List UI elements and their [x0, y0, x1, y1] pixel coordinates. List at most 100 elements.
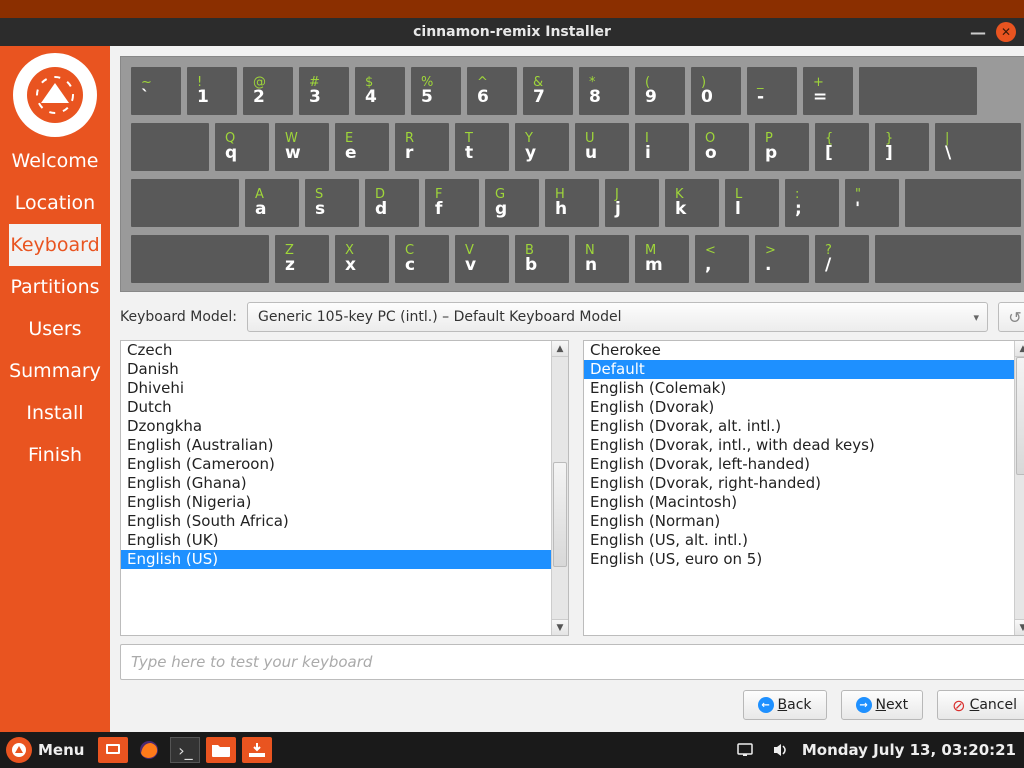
- cancel-button[interactable]: ⊘ Cancel: [937, 690, 1024, 720]
- sidebar-item-finish[interactable]: Finish: [9, 434, 101, 476]
- show-desktop-icon[interactable]: [98, 737, 128, 763]
- keyboard-test-input[interactable]: Type here to test your keyboard: [120, 644, 1024, 680]
- sidebar-item-keyboard[interactable]: Keyboard: [9, 224, 101, 266]
- key-3[interactable]: #3: [299, 67, 349, 115]
- key-'[interactable]: "': [845, 179, 899, 227]
- scroll-thumb[interactable]: [1016, 357, 1024, 475]
- key-n[interactable]: Nn: [575, 235, 629, 283]
- key-.[interactable]: >.: [755, 235, 809, 283]
- key-v[interactable]: Vv: [455, 235, 509, 283]
- network-icon[interactable]: [730, 737, 760, 763]
- key-4[interactable]: $4: [355, 67, 405, 115]
- list-item[interactable]: Default: [584, 360, 1014, 379]
- key-7[interactable]: &7: [523, 67, 573, 115]
- key-][interactable]: }]: [875, 123, 929, 171]
- key-/[interactable]: ?/: [815, 235, 869, 283]
- list-item[interactable]: English (Australian): [121, 436, 551, 455]
- list-item[interactable]: English (Dvorak): [584, 398, 1014, 417]
- list-item[interactable]: English (Nigeria): [121, 493, 551, 512]
- key-s[interactable]: Ss: [305, 179, 359, 227]
- scroll-down-icon[interactable]: ▼: [1015, 619, 1024, 635]
- firefox-icon[interactable]: [134, 737, 164, 763]
- sidebar-item-install[interactable]: Install: [9, 392, 101, 434]
- key-x[interactable]: Xx: [335, 235, 389, 283]
- key-u[interactable]: Uu: [575, 123, 629, 171]
- sidebar-item-users[interactable]: Users: [9, 308, 101, 350]
- list-item[interactable]: English (Colemak): [584, 379, 1014, 398]
- list-item[interactable]: English (Cameroon): [121, 455, 551, 474]
- key-h[interactable]: Hh: [545, 179, 599, 227]
- key-o[interactable]: Oo: [695, 123, 749, 171]
- sidebar-item-partitions[interactable]: Partitions: [9, 266, 101, 308]
- scroll-thumb[interactable]: [553, 462, 567, 567]
- list-item[interactable]: Czech: [121, 341, 551, 360]
- terminal-icon[interactable]: ›_: [170, 737, 200, 763]
- key-g[interactable]: Gg: [485, 179, 539, 227]
- list-item[interactable]: Dzongkha: [121, 417, 551, 436]
- key-w[interactable]: Ww: [275, 123, 329, 171]
- key-6[interactable]: ^6: [467, 67, 517, 115]
- scroll-up-icon[interactable]: ▲: [552, 341, 568, 357]
- list-item[interactable]: English (Dvorak, left-handed): [584, 455, 1014, 474]
- list-item[interactable]: English (US, alt. intl.): [584, 531, 1014, 550]
- key-b[interactable]: Bb: [515, 235, 569, 283]
- key-p[interactable]: Pp: [755, 123, 809, 171]
- key-l[interactable]: Ll: [725, 179, 779, 227]
- variant-scrollbar[interactable]: ▲ ▼: [1014, 341, 1024, 635]
- blank-key[interactable]: [131, 235, 269, 283]
- variant-listbox[interactable]: CherokeeDefaultEnglish (Colemak)English …: [583, 340, 1024, 636]
- installer-launcher-icon[interactable]: [242, 737, 272, 763]
- list-item[interactable]: Dhivehi: [121, 379, 551, 398]
- language-scrollbar[interactable]: ▲ ▼: [551, 341, 568, 635]
- key-i[interactable]: Ii: [635, 123, 689, 171]
- list-item[interactable]: English (South Africa): [121, 512, 551, 531]
- taskbar[interactable]: Menu ›_ Monday July 13, 03:20:21: [0, 732, 1024, 768]
- key-2[interactable]: @2: [243, 67, 293, 115]
- list-item[interactable]: Dutch: [121, 398, 551, 417]
- sidebar-item-location[interactable]: Location: [9, 182, 101, 224]
- keyboard-model-select[interactable]: Generic 105-key PC (intl.) – Default Key…: [247, 302, 988, 332]
- blank-key[interactable]: [859, 67, 977, 115]
- key-m[interactable]: Mm: [635, 235, 689, 283]
- window-titlebar[interactable]: cinnamon-remix Installer — ✕: [0, 18, 1024, 46]
- keyboard-model-reset-button[interactable]: ↺: [998, 302, 1024, 332]
- volume-icon[interactable]: [766, 737, 796, 763]
- key-k[interactable]: Kk: [665, 179, 719, 227]
- scroll-down-icon[interactable]: ▼: [552, 619, 568, 635]
- window-minimize-button[interactable]: —: [970, 23, 986, 42]
- key-[[interactable]: {[: [815, 123, 869, 171]
- list-item[interactable]: English (UK): [121, 531, 551, 550]
- key-1[interactable]: !1: [187, 67, 237, 115]
- key-d[interactable]: Dd: [365, 179, 419, 227]
- list-item[interactable]: English (US): [121, 550, 551, 569]
- key-8[interactable]: *8: [579, 67, 629, 115]
- list-item[interactable]: English (Macintosh): [584, 493, 1014, 512]
- key-a[interactable]: Aa: [245, 179, 299, 227]
- key-t[interactable]: Tt: [455, 123, 509, 171]
- list-item[interactable]: English (Dvorak, right-handed): [584, 474, 1014, 493]
- language-listbox[interactable]: CzechDanishDhivehiDutchDzongkhaEnglish (…: [120, 340, 569, 636]
- list-item[interactable]: English (Dvorak, alt. intl.): [584, 417, 1014, 436]
- next-button[interactable]: → Next: [841, 690, 924, 720]
- key--[interactable]: _-: [747, 67, 797, 115]
- files-icon[interactable]: [206, 737, 236, 763]
- blank-key[interactable]: [875, 235, 1021, 283]
- key-z[interactable]: Zz: [275, 235, 329, 283]
- key-9[interactable]: (9: [635, 67, 685, 115]
- list-item[interactable]: English (US, euro on 5): [584, 550, 1014, 569]
- list-item[interactable]: English (Norman): [584, 512, 1014, 531]
- blank-key[interactable]: [131, 123, 209, 171]
- key-y[interactable]: Yy: [515, 123, 569, 171]
- key-c[interactable]: Cc: [395, 235, 449, 283]
- key-e[interactable]: Ee: [335, 123, 389, 171]
- key-5[interactable]: %5: [411, 67, 461, 115]
- taskbar-clock[interactable]: Monday July 13, 03:20:21: [802, 741, 1016, 759]
- key-;[interactable]: :;: [785, 179, 839, 227]
- list-item[interactable]: Danish: [121, 360, 551, 379]
- key-=[interactable]: +=: [803, 67, 853, 115]
- key-,[interactable]: <,: [695, 235, 749, 283]
- window-close-button[interactable]: ✕: [996, 22, 1016, 42]
- sidebar-item-welcome[interactable]: Welcome: [9, 140, 101, 182]
- key-r[interactable]: Rr: [395, 123, 449, 171]
- key-0[interactable]: )0: [691, 67, 741, 115]
